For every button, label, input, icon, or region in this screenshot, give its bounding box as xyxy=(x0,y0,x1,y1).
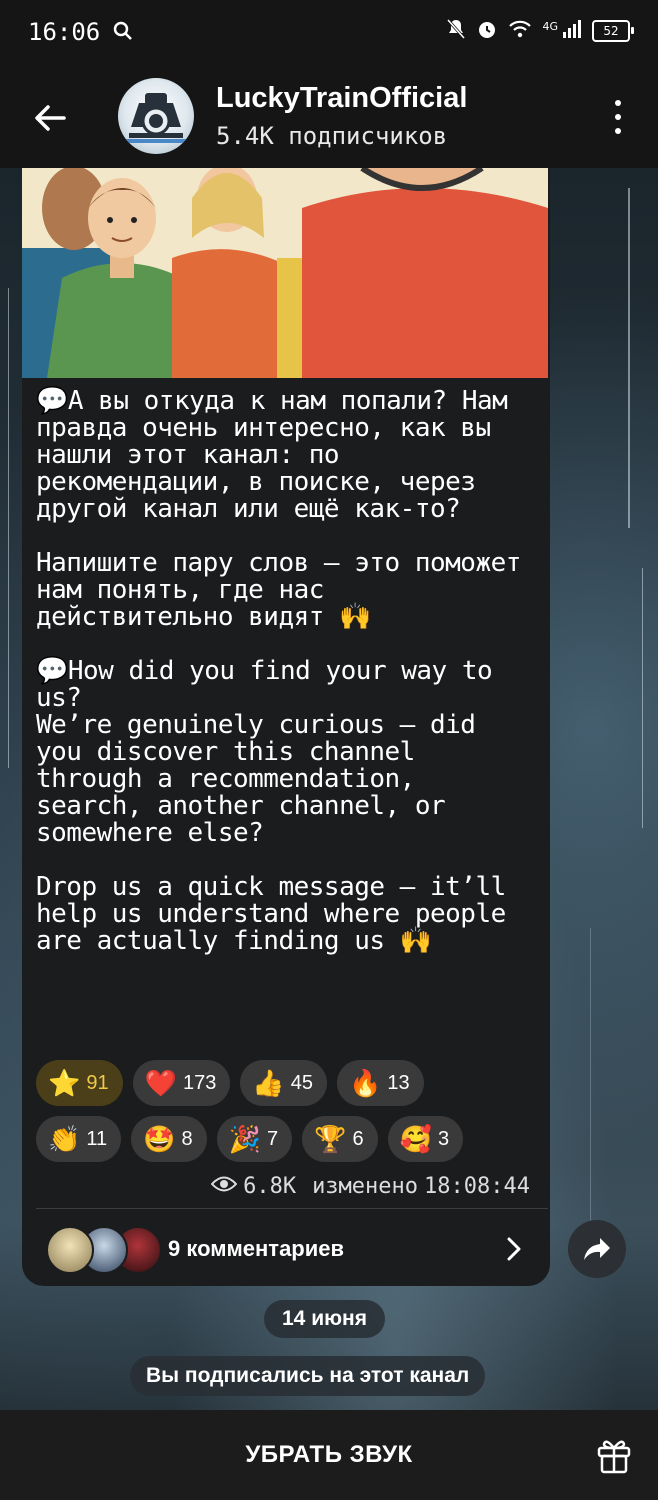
signal-icon xyxy=(562,19,582,43)
reaction-party[interactable]: 🎉 7 xyxy=(216,1116,293,1162)
alarm-icon xyxy=(476,18,498,44)
divider xyxy=(36,1208,548,1209)
view-count: 6.8K xyxy=(243,1174,297,1199)
message-text-en-question: 💬How did you find your way to us? We’re … xyxy=(36,656,493,848)
battery-icon: 52 xyxy=(592,20,634,42)
reaction-count: 173 xyxy=(183,1071,217,1094)
message-meta: 6.8K изменено 18:08:44 xyxy=(210,1174,530,1199)
message-image[interactable] xyxy=(22,168,548,378)
reaction-count: 7 xyxy=(267,1127,279,1150)
reaction-count: 13 xyxy=(387,1071,410,1094)
eye-icon xyxy=(210,1174,238,1199)
message-text-en-request: Drop us a quick message — it’ll help us … xyxy=(36,872,521,956)
reaction-trophy[interactable]: 🏆 6 xyxy=(302,1116,378,1162)
reaction-count: 6 xyxy=(352,1127,364,1150)
reactions-panel: ⭐ 91 ❤️ 173 👍 45 🔥 13 👏 11 🤩 8 🎉 7 🏆 6 🥰 3 xyxy=(36,1060,536,1172)
wifi-icon xyxy=(508,19,532,43)
chat-header: LuckyTrainOfficial 5.4K подписчиков xyxy=(0,64,658,168)
reaction-star-struck[interactable]: 🤩 8 xyxy=(131,1116,207,1162)
reaction-fire[interactable]: 🔥 13 xyxy=(337,1060,424,1106)
channel-avatar[interactable] xyxy=(118,78,194,154)
trophy-icon: 🏆 xyxy=(314,1124,347,1154)
reaction-smiling-hearts[interactable]: 🥰 3 xyxy=(387,1116,464,1162)
commenter-avatar xyxy=(46,1226,94,1274)
battery-level: 52 xyxy=(603,24,619,38)
message-text-ru-request: Напишите пару слов — это поможет нам пон… xyxy=(36,548,537,632)
train-logo-icon xyxy=(125,93,187,143)
reaction-count: 45 xyxy=(290,1071,313,1094)
reaction-count: 3 xyxy=(438,1127,450,1150)
comments-button[interactable]: 9 комментариев xyxy=(22,1218,550,1280)
gift-icon[interactable] xyxy=(596,1436,632,1474)
reaction-count: 8 xyxy=(181,1127,193,1150)
reaction-star[interactable]: ⭐ 91 xyxy=(36,1060,123,1106)
mute-button[interactable]: УБРАТЬ ЗВУК xyxy=(0,1410,658,1500)
chevron-right-icon xyxy=(506,1236,522,1266)
message-text: 💬А вы откуда к нам попали? Нам правда оч… xyxy=(36,388,536,955)
share-arrow-icon xyxy=(584,1238,610,1260)
reaction-count: 91 xyxy=(86,1071,109,1094)
message-bubble: 💬А вы откуда к нам попали? Нам правда оч… xyxy=(22,168,550,1286)
edited-label: изменено xyxy=(312,1174,419,1199)
mute-notifications-icon xyxy=(446,18,466,44)
status-bar: 16:06 4G 52 xyxy=(0,0,658,64)
people-illustration xyxy=(22,168,548,378)
bottom-bar: УБРАТЬ ЗВУК xyxy=(0,1410,658,1500)
search-icon xyxy=(112,20,134,46)
smiling-face-hearts-icon: 🥰 xyxy=(399,1124,433,1154)
party-popper-icon: 🎉 xyxy=(228,1124,262,1154)
more-options-icon[interactable] xyxy=(612,100,624,134)
message-text-ru-question: 💬А вы откуда к нам попали? Нам правда оч… xyxy=(36,386,523,524)
star-icon: ⭐ xyxy=(48,1068,81,1098)
reactions-row-2: 👏 11 🤩 8 🎉 7 🏆 6 🥰 3 xyxy=(36,1116,536,1162)
channel-title[interactable]: LuckyTrainOfficial xyxy=(216,82,467,115)
share-button[interactable] xyxy=(568,1220,626,1278)
thumbs-up-icon: 👍 xyxy=(252,1068,285,1098)
subscriber-count: 5.4K подписчиков xyxy=(216,122,448,150)
star-struck-icon: 🤩 xyxy=(143,1124,176,1154)
clapping-hands-icon: 👏 xyxy=(48,1124,81,1154)
reaction-clap[interactable]: 👏 11 xyxy=(36,1116,122,1162)
service-message: Вы подписались на этот канал xyxy=(130,1356,486,1396)
reaction-thumbs-up[interactable]: 👍 45 xyxy=(240,1060,327,1106)
fire-icon: 🔥 xyxy=(349,1068,382,1098)
reactions-row-1: ⭐ 91 ❤️ 173 👍 45 🔥 13 xyxy=(36,1060,536,1106)
status-time: 16:06 xyxy=(28,18,101,46)
date-separator: 14 июня xyxy=(264,1300,385,1338)
message-time: 18:08:44 xyxy=(424,1174,530,1199)
reaction-heart[interactable]: ❤️ 173 xyxy=(132,1060,231,1106)
network-type: 4G xyxy=(542,19,558,33)
back-arrow-icon[interactable] xyxy=(30,98,70,138)
reaction-count: 11 xyxy=(86,1127,108,1150)
comments-count-label: 9 комментариев xyxy=(168,1236,345,1261)
heart-icon: ❤️ xyxy=(144,1068,177,1098)
